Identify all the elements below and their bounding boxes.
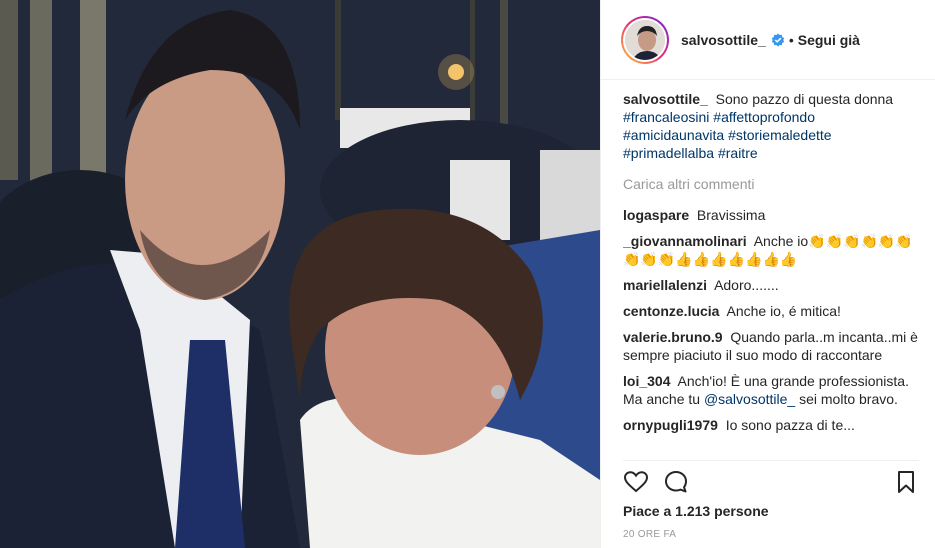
bookmark-icon[interactable] <box>893 469 919 495</box>
comment-icon[interactable] <box>663 469 689 495</box>
caption-username[interactable]: salvosottile_ <box>623 91 708 107</box>
post-header: salvosottile_ • Segui già <box>601 0 935 80</box>
heart-icon[interactable] <box>623 469 649 495</box>
avatar[interactable] <box>621 15 669 64</box>
instagram-post: salvosottile_ • Segui già salvosottile_ … <box>0 0 935 548</box>
action-bar <box>623 460 919 500</box>
hashtag-link[interactable]: #affettoprofondo <box>713 109 815 125</box>
comment-item: centonze.lucia Anche io, é mitica! <box>623 302 919 320</box>
load-more-comments-button[interactable]: Carica altri commenti <box>623 176 919 192</box>
comment-text: Io sono pazza di te... <box>725 417 855 433</box>
comment-item: loi_304 Anch'io! È una grande profession… <box>623 372 919 408</box>
separator-dot: • <box>788 31 794 48</box>
comment-text: Adoro....... <box>714 277 779 293</box>
comment-text: sei molto bravo. <box>795 391 898 407</box>
comment-username[interactable]: loi_304 <box>623 373 670 389</box>
comment-item: ornypugli1979 Io sono pazza di te... <box>623 416 919 434</box>
comments-section[interactable]: salvosottile_ Sono pazzo di questa donna… <box>623 90 919 455</box>
comment-username[interactable]: valerie.bruno.9 <box>623 329 723 345</box>
comment-text: Bravissima <box>696 207 766 223</box>
post-photo[interactable] <box>0 0 600 548</box>
hashtag-link[interactable]: #storiemaledette <box>728 127 832 143</box>
post-caption: salvosottile_ Sono pazzo di questa donna… <box>623 90 919 162</box>
comment-username[interactable]: centonze.lucia <box>623 303 719 319</box>
comment-item: _giovannamolinari Anche io👏👏👏👏👏👏👏👏👏👍👍👍👍👍… <box>623 232 919 268</box>
comment-item: mariellalenzi Adoro....... <box>623 276 919 294</box>
avatar-photo-icon <box>625 19 665 60</box>
comment-username[interactable]: logaspare <box>623 207 689 223</box>
avatar-image <box>623 17 667 62</box>
hashtag-link[interactable]: #primadellalba <box>623 145 714 161</box>
header-username[interactable]: salvosottile_ <box>681 32 766 48</box>
hashtag-link[interactable]: #francaleosini <box>623 109 709 125</box>
post-timestamp[interactable]: 20 ORE FA <box>623 529 676 540</box>
comment-item: logaspare Bravissima <box>623 206 919 224</box>
comment-username[interactable]: mariellalenzi <box>623 277 707 293</box>
verified-badge-icon <box>771 33 785 46</box>
follow-button[interactable]: Segui già <box>798 32 860 48</box>
hashtag-link[interactable]: #amicidaunavita <box>623 127 724 143</box>
comment-item: valerie.bruno.9 Quando parla..m incanta.… <box>623 328 919 364</box>
comment-username[interactable]: _giovannamolinari <box>623 233 747 249</box>
post-sidebar: salvosottile_ • Segui già salvosottile_ … <box>600 0 935 548</box>
caption-text: Sono pazzo di questa donna <box>715 91 894 107</box>
photo-illustration <box>0 0 600 548</box>
likes-count[interactable]: Piace a 1.213 persone <box>623 503 769 519</box>
comment-username[interactable]: ornypugli1979 <box>623 417 718 433</box>
comment-text: Anche io, é mitica! <box>726 303 841 319</box>
mention-link[interactable]: @salvosottile_ <box>704 391 795 407</box>
hashtag-link[interactable]: #raitre <box>718 145 758 161</box>
